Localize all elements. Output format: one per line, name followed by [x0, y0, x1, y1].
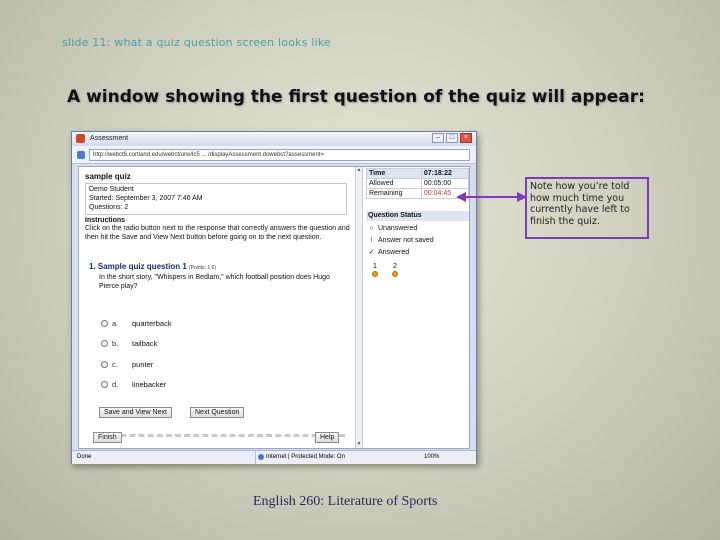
finish-button[interactable]: Finish [93, 432, 122, 443]
slide-heading: A window showing the first question of t… [67, 87, 645, 107]
page-content: sample quiz Demo Student Started: Septem… [78, 166, 470, 449]
option-text: quarterback [132, 319, 172, 328]
allowed-value: 00:05:00 [420, 178, 470, 189]
quiz-info-box: Demo Student Started: September 3, 2007 … [85, 183, 347, 215]
zoom-level[interactable]: 100% [424, 451, 439, 464]
question-navigator: 1 2 [372, 263, 398, 277]
answered-icon: ✓ [368, 249, 375, 256]
radio-button[interactable] [101, 340, 108, 347]
question-number: 2 [393, 263, 397, 270]
started-time: Started: September 3, 2007 7:46 AM [89, 195, 203, 202]
question-status-icon [392, 271, 398, 277]
question-number: 1 [373, 263, 377, 270]
page-icon [77, 151, 85, 159]
browser-status-bar: Done Internet | Protected Mode: On 100% [72, 450, 476, 464]
question-link[interactable]: 2 [392, 263, 398, 277]
title-bar: Assessment – □ × [72, 132, 476, 145]
quiz-title: sample quiz [85, 172, 131, 181]
browser-window: Assessment – □ × http://webct6.cortland.… [71, 131, 477, 464]
question-text: In the short story, "Whispers in Bedlam,… [99, 274, 330, 290]
status-pane: Time 07:18:22 Allowed 00:05:00 Remaining… [364, 167, 470, 448]
slide-label: slide 11: what a quiz question screen lo… [62, 36, 331, 49]
question-pane: sample quiz Demo Student Started: Septem… [79, 167, 355, 448]
close-button[interactable]: × [460, 133, 472, 143]
callout-note: Note how you’re told how much time you c… [525, 177, 649, 239]
status-legend-item: I Answer not saved [368, 237, 434, 244]
divider [93, 434, 345, 444]
option-text: punter [132, 360, 154, 369]
time-label: Time [366, 168, 422, 179]
option-text: linebacker [132, 380, 167, 389]
save-and-view-next-button[interactable]: Save and View Next [99, 407, 172, 418]
option-text: tailback [132, 339, 158, 348]
radio-button[interactable] [101, 361, 108, 368]
not-saved-icon: I [370, 237, 373, 244]
remaining-value: 00:04:45 [420, 188, 470, 199]
question-count: Questions: 2 [89, 204, 129, 211]
option-letter: b. [112, 339, 119, 348]
instructions-label: Instructions [85, 217, 126, 224]
remaining-label: Remaining [366, 188, 422, 199]
window-title: Assessment [90, 135, 129, 142]
status-text: Done [77, 454, 92, 460]
status-label: Unanswered [378, 225, 418, 232]
status-label: Answered [378, 248, 410, 256]
option-letter: c. [112, 360, 118, 369]
timer-table: Time 07:18:22 Allowed 00:05:00 Remaining… [366, 168, 470, 199]
scrollbar[interactable]: ▲ ▼ [355, 167, 363, 448]
unanswered-icon: ○ [369, 225, 374, 232]
help-button[interactable]: Help [315, 432, 340, 443]
option-letter: d. [112, 380, 119, 389]
scroll-down-icon[interactable]: ▼ [356, 441, 362, 448]
question-title: 1. Sample quiz question 1 (Points: 1.0) [89, 262, 216, 271]
radio-button[interactable] [101, 381, 108, 388]
address-bar: http://webct6.cortland.edu/webct/urw/lc5… [72, 146, 476, 164]
answer-option[interactable]: a. quarterback [101, 319, 172, 328]
radio-button[interactable] [101, 320, 108, 327]
footer-title: English 260: Literature of Sports [253, 494, 438, 509]
app-icon [76, 134, 85, 143]
instructions-text: Click on the radio button next to the re… [85, 225, 350, 241]
maximize-button[interactable]: □ [446, 133, 458, 143]
allowed-label: Allowed [366, 178, 422, 189]
url-field[interactable]: http://webct6.cortland.edu/webct/urw/lc5… [89, 149, 470, 161]
answer-option[interactable]: b. tailback [101, 339, 157, 348]
question-points: (Points: 1.0) [189, 265, 216, 271]
security-zone: Internet | Protected Mode: On [255, 451, 345, 464]
time-value: 07:18:22 [420, 168, 470, 179]
question-status-icon [372, 271, 378, 277]
status-legend-item: ○ Unanswered [368, 225, 417, 232]
question-title-text: 1. Sample quiz question 1 [89, 262, 187, 271]
status-label: Answer not saved [378, 237, 434, 244]
answer-option[interactable]: c. punter [101, 360, 153, 369]
scroll-up-icon[interactable]: ▲ [356, 167, 362, 174]
student-name: Demo Student [89, 186, 134, 193]
option-letter: a. [112, 319, 119, 328]
minimize-button[interactable]: – [432, 133, 444, 143]
next-question-button[interactable]: Next Question [190, 407, 245, 418]
answer-option[interactable]: d. linebacker [101, 380, 166, 389]
status-legend-item: ✓ Answered [368, 248, 410, 257]
question-status-heading: Question Status [366, 211, 469, 221]
question-link[interactable]: 1 [372, 263, 378, 277]
